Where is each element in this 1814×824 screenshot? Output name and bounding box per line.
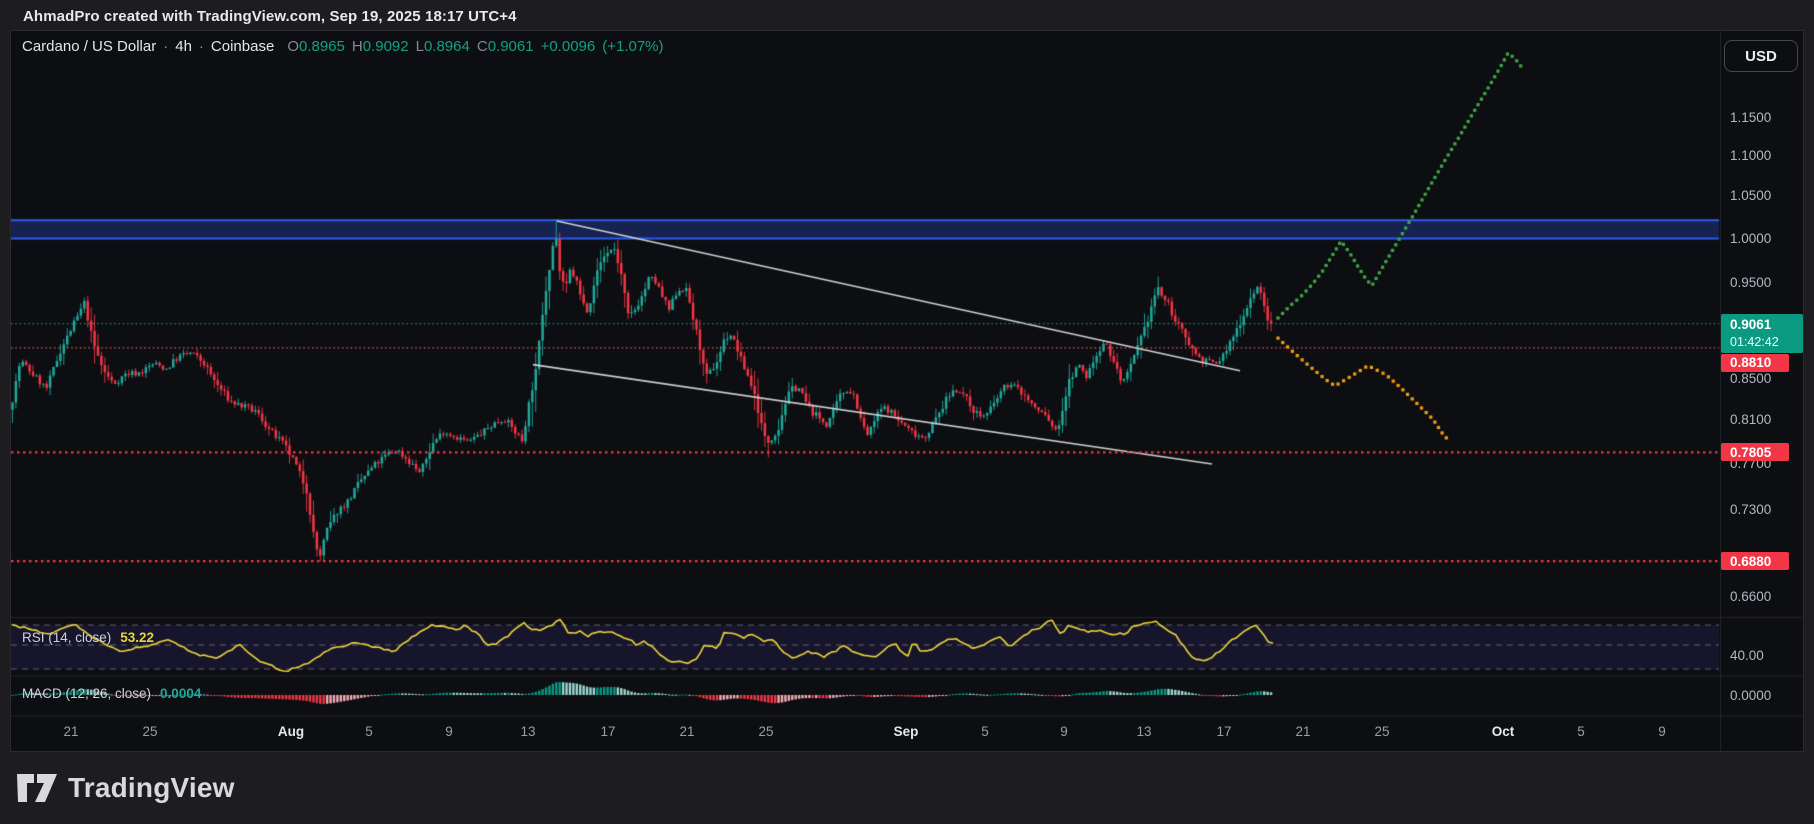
interval-label[interactable]: 4h [175, 38, 192, 55]
price-level-badge: 0.6880 [1721, 552, 1789, 570]
time-tick: 5 [981, 724, 989, 739]
price-tick: 1.0500 [1730, 188, 1771, 203]
macd-legend[interactable]: MACD (12, 26, close) 0.0004 [22, 686, 201, 701]
tradingview-logo-icon[interactable] [16, 773, 58, 803]
time-tick: 21 [63, 724, 78, 739]
price-tick: 0.6600 [1730, 589, 1771, 604]
open-value: 0.8965 [299, 38, 345, 55]
time-tick: 25 [758, 724, 773, 739]
page-root: AhmadPro created with TradingView.com, S… [0, 0, 1814, 824]
current-price-badge: 0.9061 01:42:42 [1721, 314, 1803, 353]
price-tick: 1.1000 [1730, 148, 1771, 163]
price-tick: 0.9500 [1730, 275, 1771, 290]
rsi-axis-label: 40.00 [1730, 648, 1764, 663]
symbol-header: Cardano / US Dollar · 4h · Coinbase O0.8… [22, 38, 664, 55]
time-tick: Sep [894, 724, 919, 739]
footer-bar: TradingView [0, 752, 1814, 824]
high-label: H0.9092 [352, 38, 409, 55]
time-tick: 5 [1577, 724, 1585, 739]
chart-canvas[interactable] [0, 0, 1814, 824]
tradingview-wordmark[interactable]: TradingView [68, 772, 235, 804]
separator-dot: · [199, 38, 204, 55]
time-tick: 25 [1374, 724, 1389, 739]
price-level-badge: 0.8810 [1721, 354, 1789, 372]
price-level-badge: 0.7805 [1721, 443, 1789, 461]
change-value: +0.0096 [541, 38, 596, 55]
time-tick: 13 [1136, 724, 1151, 739]
exchange-label: Coinbase [211, 38, 274, 55]
macd-value: 0.0004 [160, 686, 201, 701]
separator-dot: · [163, 38, 168, 55]
time-tick: Oct [1492, 724, 1515, 739]
price-tick: 1.0000 [1730, 231, 1771, 246]
current-price-value: 0.9061 [1730, 316, 1803, 334]
rsi-legend[interactable]: RSI (14, close) 53.22 [22, 630, 154, 645]
rsi-value: 53.22 [120, 630, 154, 645]
low-value: 0.8964 [424, 38, 470, 55]
time-tick: 9 [1060, 724, 1068, 739]
time-tick: 13 [520, 724, 535, 739]
time-tick: 21 [1295, 724, 1310, 739]
macd-label: MACD (12, 26, close) [22, 686, 151, 701]
close-label: C0.9061 [477, 38, 534, 55]
price-tick: 0.8500 [1730, 371, 1771, 386]
currency-toggle-button[interactable]: USD [1724, 40, 1798, 72]
bar-countdown: 01:42:42 [1730, 334, 1803, 351]
time-tick: 9 [445, 724, 453, 739]
time-tick: 5 [365, 724, 373, 739]
time-tick: 25 [142, 724, 157, 739]
time-tick: Aug [278, 724, 304, 739]
price-tick: 0.8100 [1730, 412, 1771, 427]
low-label: L0.8964 [416, 38, 470, 55]
time-tick: 17 [600, 724, 615, 739]
time-tick: 21 [679, 724, 694, 739]
high-value: 0.9092 [363, 38, 409, 55]
symbol-title[interactable]: Cardano / US Dollar [22, 38, 156, 55]
price-tick: 0.7300 [1730, 502, 1771, 517]
time-tick: 9 [1658, 724, 1666, 739]
open-label: O0.8965 [287, 38, 345, 55]
rsi-label: RSI (14, close) [22, 630, 111, 645]
price-tick: 1.1500 [1730, 110, 1771, 125]
time-tick: 17 [1216, 724, 1231, 739]
close-value: 0.9061 [488, 38, 534, 55]
change-percent: (+1.07%) [602, 38, 663, 55]
macd-axis-label: 0.0000 [1730, 688, 1771, 703]
